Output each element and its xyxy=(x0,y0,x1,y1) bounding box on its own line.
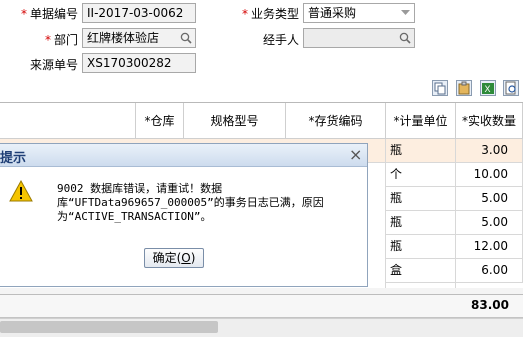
dept-field[interactable]: 红牌楼体验店 xyxy=(82,28,196,48)
dialog-title: 提示 xyxy=(0,151,27,166)
dept-label: * 部门 xyxy=(44,33,78,47)
close-icon[interactable]: × xyxy=(349,145,362,164)
unit-cell[interactable]: 盒 xyxy=(386,259,456,283)
qty-cell[interactable]: 6.00 xyxy=(456,259,523,283)
dialog-titlebar[interactable]: 提示 × xyxy=(0,144,367,167)
copy-icon[interactable] xyxy=(432,80,448,96)
total-qty: 83.00 xyxy=(471,298,509,312)
unit-cell[interactable]: 个 xyxy=(386,163,456,187)
h-scrollbar-thumb[interactable] xyxy=(0,321,218,333)
unit-cell[interactable]: 瓶 xyxy=(386,235,456,259)
search-icon[interactable] xyxy=(177,29,195,47)
paste-icon[interactable] xyxy=(456,80,472,96)
warning-icon xyxy=(9,179,33,205)
biz-type-label: * 业务类型 xyxy=(241,7,299,21)
doc-no-field[interactable]: II-2017-03-0062 xyxy=(82,3,196,23)
unit-cell[interactable]: 瓶 xyxy=(386,187,456,211)
dropdown-arrow-icon[interactable] xyxy=(396,4,414,22)
col-header-unit[interactable]: *计量单位 xyxy=(386,103,456,139)
qty-cell[interactable]: 5.00 xyxy=(456,211,523,235)
source-no-field[interactable]: XS170300282 xyxy=(82,53,196,73)
unit-cell[interactable]: 瓶 xyxy=(386,139,456,163)
biz-type-select[interactable]: 普通采购 xyxy=(303,3,415,23)
qty-cell[interactable]: 10.00 xyxy=(456,163,523,187)
message-line: 库“UFTData969657_000005”的事务日志已满，原因 xyxy=(57,196,324,209)
source-no-label: 来源单号 xyxy=(29,58,78,72)
message-line: 9002 数据库错误，请重试！数据 xyxy=(57,182,223,195)
search-icon[interactable] xyxy=(396,29,414,47)
ok-accelerator: O xyxy=(181,251,191,265)
handler-label: 经手人 xyxy=(262,33,299,47)
total-row xyxy=(0,295,523,318)
error-dialog: 提示 × 9002 数据库错误，请重试！数据 库“UFTData969657_0… xyxy=(0,143,368,287)
ok-label: 确定( xyxy=(152,251,182,265)
handler-field[interactable] xyxy=(303,28,415,48)
qty-cell[interactable]: 3.00 xyxy=(456,139,523,163)
message-line: 为“ACTIVE_TRANSACTION”。 xyxy=(57,210,212,223)
qty-cell[interactable]: 12.00 xyxy=(456,235,523,259)
partial-row xyxy=(0,288,523,295)
dialog-message: 9002 数据库错误，请重试！数据 库“UFTData969657_000005… xyxy=(57,182,357,224)
col-divider xyxy=(385,139,386,289)
excel-export-icon[interactable]: X xyxy=(480,80,496,96)
col-header-spec[interactable]: 规格型号 xyxy=(184,103,286,139)
doc-no-label: * 单据编号 xyxy=(20,7,78,21)
col-header-code[interactable]: *存货编码 xyxy=(286,103,386,139)
ok-suffix: ) xyxy=(190,251,196,265)
col-header-qty[interactable]: *实收数量 xyxy=(456,103,523,139)
svg-text:X: X xyxy=(485,84,491,94)
unit-cell[interactable]: 瓶 xyxy=(386,211,456,235)
print-preview-icon[interactable] xyxy=(503,80,519,96)
qty-cell[interactable]: 5.00 xyxy=(456,187,523,211)
grid-header-blank xyxy=(0,103,136,139)
col-header-warehouse[interactable]: *仓库 xyxy=(136,103,184,139)
ok-button[interactable]: 确定(O) xyxy=(144,248,204,268)
